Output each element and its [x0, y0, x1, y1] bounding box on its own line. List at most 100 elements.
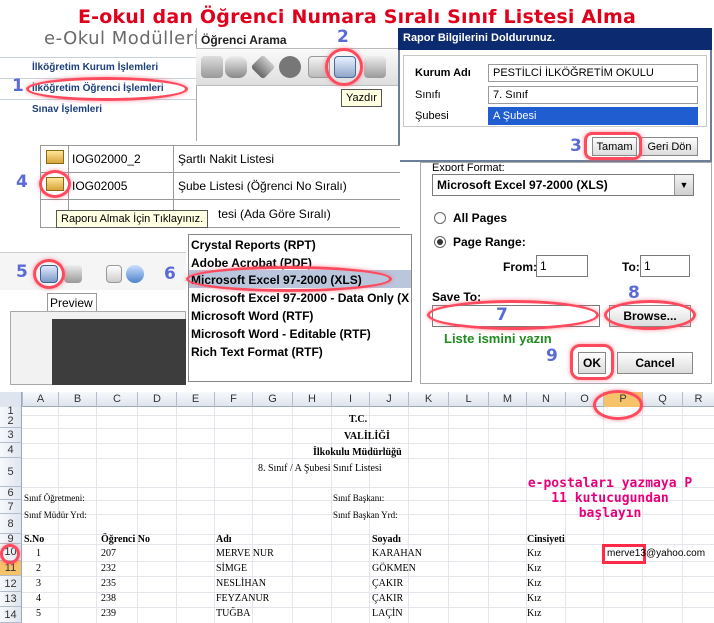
sheet-vice: Sınıf Müdür Yrd: [24, 510, 87, 520]
student-no: 207 [101, 548, 116, 559]
page-range-label: Page Range: [453, 235, 526, 249]
column-header-r[interactable]: R [682, 392, 714, 407]
column-header-c[interactable]: C [96, 392, 137, 407]
column-header-q[interactable]: Q [642, 392, 682, 407]
divider [40, 145, 400, 146]
from-label: From: [503, 260, 537, 274]
student-gender: Kız [527, 578, 542, 589]
student-no: 239 [101, 608, 116, 619]
highlight-ring [186, 266, 392, 292]
gridline [22, 443, 714, 444]
column-header-f[interactable]: F [214, 392, 252, 407]
refresh-icon[interactable] [126, 265, 144, 283]
class-field[interactable]: 7. Sınıf [488, 86, 698, 104]
to-label: To: [622, 260, 640, 274]
sheet-president: Sınıf Başkanı: [333, 493, 385, 503]
edit-icon[interactable] [201, 56, 223, 78]
row-header-4[interactable]: 4 [0, 443, 22, 458]
sheet-teacher: Sınıf Öğretmeni: [24, 493, 85, 503]
highlight-ring [584, 132, 642, 160]
student-surname: ÇAKIR [372, 593, 404, 604]
module-item-kurum[interactable]: İlköğretim Kurum İşlemleri [32, 62, 158, 73]
student-gender: Kız [527, 593, 542, 604]
column-header-l[interactable]: L [448, 392, 488, 407]
gridline [252, 407, 253, 623]
format-option[interactable]: Microsoft Word (RTF) [191, 309, 313, 323]
format-option[interactable]: Microsoft Word - Editable (RTF) [191, 327, 371, 341]
step-number: 2 [337, 27, 349, 47]
report-tooltip: Raporu Almak İçin Tıklayınız. [56, 210, 209, 228]
row-header-5[interactable]: 5 [0, 458, 22, 487]
row-header-14[interactable]: 14 [0, 607, 22, 623]
student-sno: 4 [36, 593, 41, 604]
student-name: FEYZANUR [216, 593, 270, 604]
sheet-header-name: Adı [216, 534, 232, 545]
column-header-i[interactable]: I [331, 392, 369, 407]
highlight-ring [570, 344, 614, 380]
format-option[interactable]: Rich Text Format (RTF) [191, 345, 323, 359]
gridline [22, 458, 714, 459]
back-button[interactable]: Geri Dön [641, 137, 698, 156]
print-icon[interactable] [64, 265, 82, 283]
gridline [96, 407, 97, 623]
column-header-j[interactable]: J [369, 392, 408, 407]
student-sno: 5 [36, 608, 41, 619]
gridline [137, 407, 138, 623]
student-gender: Kız [527, 563, 542, 574]
export-format-select[interactable]: Microsoft Excel 97-2000 (XLS) [432, 174, 694, 196]
row-header-7[interactable]: 7 [0, 500, 22, 514]
page-icon[interactable] [106, 265, 122, 283]
page-title: E-okul dan Öğrenci Numara Sıralı Sınıf L… [77, 6, 637, 28]
to-input[interactable]: 1 [640, 255, 690, 277]
email-cell-input[interactable]: merve13 [602, 544, 646, 564]
column-header-d[interactable]: D [137, 392, 176, 407]
row-header-13[interactable]: 13 [0, 592, 22, 607]
row-header-12[interactable]: 12 [0, 576, 22, 592]
modules-heading: e-Okul Modülleri [44, 28, 200, 49]
tutorial-screenshot: E-okul dan Öğrenci Numara Sıralı Sınıf L… [0, 0, 714, 623]
module-item-sinav[interactable]: Sınav İşlemleri [32, 104, 102, 115]
divider [0, 57, 196, 58]
page-range-radio[interactable] [434, 236, 446, 248]
step-number: 3 [570, 136, 582, 156]
export-icon[interactable] [364, 56, 386, 78]
gridline [408, 407, 409, 623]
row-header-2[interactable]: 2 [0, 414, 22, 428]
column-header-e[interactable]: E [176, 392, 214, 407]
gridline [331, 407, 332, 623]
tab-preview[interactable]: Preview [47, 293, 97, 311]
export-format-label: Export Format: [432, 162, 505, 171]
folder-icon[interactable] [46, 150, 64, 164]
delete-icon[interactable] [225, 56, 247, 78]
column-header-m[interactable]: M [488, 392, 526, 407]
column-header-k[interactable]: K [408, 392, 448, 407]
sheet-header-sno: S.No [24, 534, 45, 545]
format-option[interactable]: Microsoft Excel 97-2000 - Data Only (X [191, 291, 409, 305]
column-header-g[interactable]: G [252, 392, 292, 407]
all-pages-radio[interactable] [434, 212, 446, 224]
chevron-down-icon[interactable]: ▼ [674, 175, 693, 195]
all-pages-label: All Pages [453, 211, 508, 225]
student-gender: Kız [527, 608, 542, 619]
export-cancel-button[interactable]: Cancel [617, 352, 693, 374]
column-header-h[interactable]: H [292, 392, 331, 407]
cancel-icon[interactable] [279, 56, 301, 78]
row-header-9[interactable]: 9 [0, 534, 22, 545]
column-header-b[interactable]: B [58, 392, 96, 407]
from-input[interactable]: 1 [536, 255, 588, 277]
row-header-8[interactable]: 8 [0, 514, 22, 534]
row-header-3[interactable]: 3 [0, 428, 22, 443]
branch-field[interactable]: A Şubesi [488, 107, 698, 125]
branch-label: Şubesi [415, 110, 449, 122]
column-header-a[interactable]: A [22, 392, 58, 407]
gridline [22, 576, 714, 577]
student-no: 232 [101, 563, 116, 574]
institution-field[interactable]: PESTİLCİ İLKÖĞRETİM OKULU [488, 64, 698, 82]
sheet-header-surname: Soyadı [372, 534, 401, 545]
student-gender: Kız [527, 548, 542, 559]
print-tooltip: Yazdır [341, 89, 382, 107]
row-header-6[interactable]: 6 [0, 487, 22, 500]
column-header-n[interactable]: N [526, 392, 565, 407]
format-option[interactable]: Crystal Reports (RPT) [191, 238, 316, 252]
preview-canvas [52, 319, 186, 385]
